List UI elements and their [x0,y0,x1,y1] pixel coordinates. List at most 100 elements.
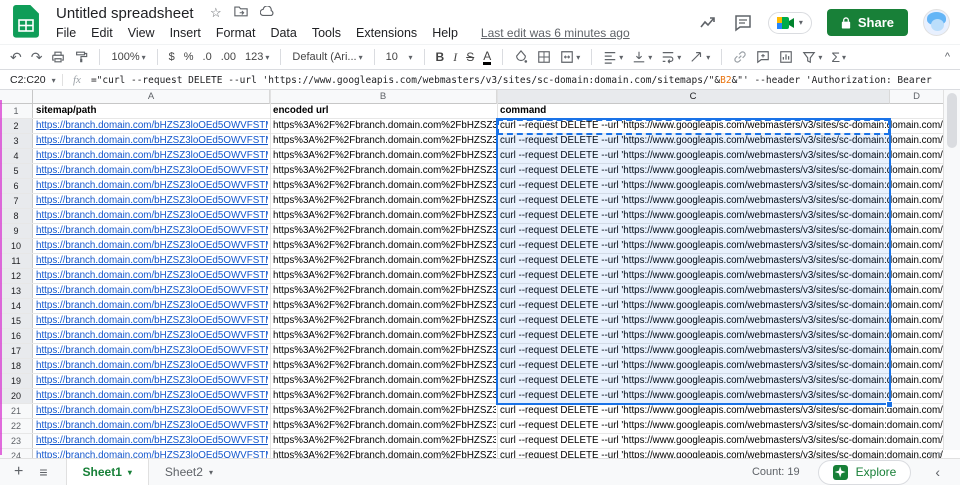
sheet1-menu-caret-icon[interactable]: ▾ [128,468,132,477]
all-sheets-menu-icon[interactable]: ≡ [39,464,47,480]
menu-data[interactable]: Data [270,26,296,40]
functions-button[interactable]: Σ ▾ [831,50,846,64]
cell-B4[interactable]: https%3A%2F%2Fbranch.domain.com%2FbHZSZ3… [273,149,496,163]
cell-C23[interactable]: curl --request DELETE --url 'https://www… [500,434,943,448]
cell-B13[interactable]: https%3A%2F%2Fbranch.domain.com%2FbHZSZ3… [273,284,496,298]
insights-icon[interactable] [698,13,718,33]
borders-button[interactable] [537,50,551,64]
name-box[interactable]: C2:C20 ▾ [0,74,62,86]
undo-button[interactable]: ↶ [10,50,22,64]
menu-edit[interactable]: Edit [91,26,113,40]
account-avatar[interactable] [923,9,950,36]
cell-B17[interactable]: https%3A%2F%2Fbranch.domain.com%2FbHZSZ3… [273,344,496,358]
cell-C20[interactable]: curl --request DELETE --url 'https://www… [500,389,943,403]
selection-count[interactable]: Count: 19 [752,466,800,478]
row-header-2[interactable]: 2 [0,119,33,133]
cell-C6[interactable]: curl --request DELETE --url 'https://www… [500,179,943,193]
collapse-toolbar-icon[interactable]: ^ [945,51,950,63]
menu-help[interactable]: Help [432,26,458,40]
format-currency-button[interactable]: $ [169,51,175,63]
row-header-23[interactable]: 23 [0,434,33,448]
row-header-7[interactable]: 7 [0,194,33,208]
star-icon[interactable]: ☆ [210,5,222,21]
last-edit-link[interactable]: Last edit was 6 minutes ago [481,26,630,40]
cell-A4[interactable]: https://branch.domain.com/bHZSZ3loOEd5OW… [36,149,268,163]
row-header-3[interactable]: 3 [0,134,33,148]
column-header-C[interactable]: C [497,90,890,104]
collapse-panel-icon[interactable]: ‹ [929,464,946,480]
cell-C17[interactable]: curl --request DELETE --url 'https://www… [500,344,943,358]
cell-C12[interactable]: curl --request DELETE --url 'https://www… [500,269,943,283]
row-header-12[interactable]: 12 [0,269,33,283]
share-button[interactable]: Share [826,9,908,36]
insert-chart-button[interactable] [779,50,793,64]
cell-B19[interactable]: https%3A%2F%2Fbranch.domain.com%2FbHZSZ3… [273,374,496,388]
cell-A3[interactable]: https://branch.domain.com/bHZSZ3loOEd5OW… [36,134,268,148]
column-header-A[interactable]: A [33,90,270,104]
scroll-left-icon[interactable]: ◂ [928,449,932,458]
row-header-24[interactable]: 24 [0,449,33,458]
vertical-scrollbar-thumb[interactable] [947,93,957,148]
row-header-16[interactable]: 16 [0,329,33,343]
cell-A14[interactable]: https://branch.domain.com/bHZSZ3loOEd5OW… [36,299,268,313]
cell-A2[interactable]: https://branch.domain.com/bHZSZ3loOEd5OW… [36,119,268,133]
sheet2-menu-caret-icon[interactable]: ▾ [209,468,213,477]
paint-format-button[interactable] [74,50,88,64]
cell-A19[interactable]: https://branch.domain.com/bHZSZ3loOEd5OW… [36,374,268,388]
cell-B24[interactable]: https%3A%2F%2Fbranch.domain.com%2FbHZSZ3… [273,449,496,458]
merge-cells-button[interactable]: ▾ [560,50,580,64]
cell-A10[interactable]: https://branch.domain.com/bHZSZ3loOEd5OW… [36,239,268,253]
text-wrap-button[interactable]: ▾ [661,50,681,64]
cell-A20[interactable]: https://branch.domain.com/bHZSZ3loOEd5OW… [36,389,268,403]
cell-B9[interactable]: https%3A%2F%2Fbranch.domain.com%2FbHZSZ3… [273,224,496,238]
scroll-right-icon[interactable]: ▸ [938,449,942,458]
row-header-22[interactable]: 22 [0,419,33,433]
cell-A21[interactable]: https://branch.domain.com/bHZSZ3loOEd5OW… [36,404,268,418]
cell-A9[interactable]: https://branch.domain.com/bHZSZ3loOEd5OW… [36,224,268,238]
cell-A23[interactable]: https://branch.domain.com/bHZSZ3loOEd5OW… [36,434,268,448]
column-header-D[interactable]: D [890,90,943,104]
cell-C8[interactable]: curl --request DELETE --url 'https://www… [500,209,943,223]
row-header-6[interactable]: 6 [0,179,33,193]
cell-A16[interactable]: https://branch.domain.com/bHZSZ3loOEd5OW… [36,329,268,343]
cell-C22[interactable]: curl --request DELETE --url 'https://www… [500,419,943,433]
sheets-logo-icon[interactable] [13,5,39,39]
cell-C3[interactable]: curl --request DELETE --url 'https://www… [500,134,943,148]
row-header-13[interactable]: 13 [0,284,33,298]
menu-insert[interactable]: Insert [170,26,201,40]
row-header-17[interactable]: 17 [0,344,33,358]
cell-A13[interactable]: https://branch.domain.com/bHZSZ3loOEd5OW… [36,284,268,298]
menu-extensions[interactable]: Extensions [356,26,417,40]
cell-A6[interactable]: https://branch.domain.com/bHZSZ3loOEd5OW… [36,179,268,193]
cell-A24[interactable]: https://branch.domain.com/bHZSZ3loOEd5OW… [36,449,268,458]
cloud-saved-icon[interactable] [259,5,275,21]
column-header-B[interactable]: B [270,90,497,104]
row-header-10[interactable]: 10 [0,239,33,253]
cell-C24[interactable]: curl --request DELETE --url 'https://www… [500,449,943,458]
insert-comment-button[interactable] [756,50,770,64]
cell-B16[interactable]: https%3A%2F%2Fbranch.domain.com%2FbHZSZ3… [273,329,496,343]
redo-button[interactable]: ↷ [31,50,43,64]
row-header-14[interactable]: 14 [0,299,33,313]
print-button[interactable] [51,50,65,64]
cell-B18[interactable]: https%3A%2F%2Fbranch.domain.com%2FbHZSZ3… [273,359,496,373]
cell-B6[interactable]: https%3A%2F%2Fbranch.domain.com%2FbHZSZ3… [273,179,496,193]
strikethrough-button[interactable]: S [466,50,474,64]
row-header-1[interactable]: 1 [0,104,33,118]
cell-A8[interactable]: https://branch.domain.com/bHZSZ3loOEd5OW… [36,209,268,223]
menu-file[interactable]: File [56,26,76,40]
cell-A22[interactable]: https://branch.domain.com/bHZSZ3loOEd5OW… [36,419,268,433]
cell-C10[interactable]: curl --request DELETE --url 'https://www… [500,239,943,253]
row-header-9[interactable]: 9 [0,224,33,238]
more-formats-button[interactable]: 123 ▾ [245,51,269,63]
italic-button[interactable]: I [453,50,457,65]
vertical-scrollbar[interactable] [943,90,960,450]
row-header-20[interactable]: 20 [0,389,33,403]
cell-B15[interactable]: https%3A%2F%2Fbranch.domain.com%2FbHZSZ3… [273,314,496,328]
cell-A7[interactable]: https://branch.domain.com/bHZSZ3loOEd5OW… [36,194,268,208]
row-header-8[interactable]: 8 [0,209,33,223]
cell-B2[interactable]: https%3A%2F%2Fbranch.domain.com%2FbHZSZ3… [273,119,496,133]
cell-A15[interactable]: https://branch.domain.com/bHZSZ3loOEd5OW… [36,314,268,328]
format-percent-button[interactable]: % [184,51,194,63]
cell-C18[interactable]: curl --request DELETE --url 'https://www… [500,359,943,373]
